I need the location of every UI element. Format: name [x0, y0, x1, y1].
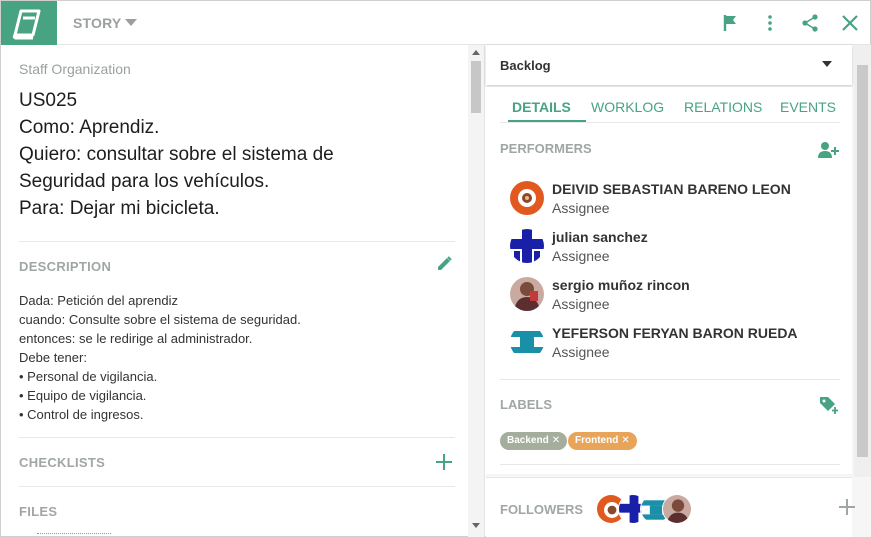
status-value: Backlog — [500, 58, 551, 73]
performer-item[interactable]: YEFERSON FERYAN BARON RUEDA Assignee — [510, 323, 830, 363]
story-type-label[interactable]: STORY — [73, 15, 121, 31]
remove-label-icon[interactable]: ✕ — [552, 435, 560, 446]
performer-item[interactable]: sergio muñoz rincon Assignee — [510, 275, 830, 315]
label-text: Backend — [507, 435, 549, 446]
story-line: US025 — [19, 90, 78, 111]
flag-icon[interactable] — [721, 13, 741, 33]
story-type-tile — [1, 1, 57, 45]
left-scrollbar-thumb[interactable] — [471, 61, 481, 113]
active-tab-indicator — [508, 120, 586, 122]
header-bar: STORY — [1, 1, 871, 45]
performer-role: Assignee — [552, 200, 610, 216]
tab-worklog[interactable]: WORKLOG — [591, 99, 664, 115]
book-icon — [12, 9, 41, 40]
add-follower-plus-icon[interactable] — [838, 498, 856, 516]
right-scrollbar[interactable] — [854, 45, 871, 477]
story-line: Para: Dejar mi bicicleta. — [19, 198, 220, 219]
share-icon[interactable] — [800, 13, 820, 33]
performer-name: sergio muñoz rincon — [552, 277, 690, 293]
left-scrollbar[interactable] — [468, 45, 484, 537]
scroll-down-icon[interactable] — [472, 523, 480, 529]
performer-item[interactable]: julian sanchez Assignee — [510, 227, 830, 267]
performer-item[interactable]: DEIVID SEBASTIAN BARENO LEON Assignee — [510, 179, 830, 219]
scroll-up-icon[interactable] — [472, 49, 480, 55]
label-chip[interactable]: Backend ✕ — [500, 432, 568, 450]
description-title: DESCRIPTION — [19, 259, 112, 274]
description-line: • Equipo de vigilancia. — [19, 388, 147, 403]
divider — [500, 379, 840, 380]
story-line: Seguridad para los vehículos. — [19, 171, 270, 192]
performer-name: DEIVID SEBASTIAN BARENO LEON — [552, 181, 791, 197]
story-window: STORY Staff Organization US025 Como: Apr… — [0, 0, 871, 537]
remove-label-icon[interactable]: ✕ — [621, 435, 629, 446]
close-icon[interactable] — [840, 13, 860, 33]
tab-bar: DETAILS WORKLOG RELATIONS EVENTS — [500, 87, 840, 123]
chevron-down-icon[interactable] — [125, 19, 137, 27]
story-line: Como: Aprendiz. — [19, 117, 160, 138]
story-line: Quiero: consultar sobre el sistema de — [19, 144, 334, 165]
tab-events[interactable]: EVENTS — [780, 99, 836, 115]
performers-title: PERFORMERS — [500, 141, 592, 156]
story-content-pane: Staff Organization US025 Como: Aprendiz.… — [1, 45, 485, 537]
add-label-icon[interactable] — [818, 395, 840, 415]
more-vert-icon[interactable] — [760, 13, 780, 33]
description-line: Debe tener: — [19, 350, 87, 365]
divider — [19, 486, 455, 487]
story-title[interactable]: US025 Como: Aprendiz. Quiero: consultar … — [19, 87, 449, 222]
caret-down-icon — [822, 61, 832, 67]
follower-avatar[interactable] — [662, 494, 692, 524]
avatar — [510, 229, 544, 263]
performer-role: Assignee — [552, 248, 610, 264]
project-name[interactable]: Staff Organization — [19, 61, 131, 77]
files-placeholder — [37, 533, 111, 535]
description-line: entonces: se le redirige al administrado… — [19, 331, 253, 346]
description-line: • Personal de vigilancia. — [19, 369, 158, 384]
add-performer-icon[interactable] — [818, 141, 840, 159]
followers-section: FOLLOWERS — [486, 477, 855, 537]
tab-relations[interactable]: RELATIONS — [684, 99, 762, 115]
performer-role: Assignee — [552, 344, 610, 360]
files-title: FILES — [19, 504, 58, 519]
status-dropdown[interactable]: Backlog — [486, 45, 852, 85]
label-chip[interactable]: Frontend ✕ — [568, 432, 637, 450]
avatar — [510, 277, 544, 311]
add-checklist-plus-icon[interactable] — [434, 452, 454, 472]
divider — [500, 464, 840, 465]
performer-role: Assignee — [552, 296, 610, 312]
tab-details[interactable]: DETAILS — [512, 99, 571, 115]
description-body[interactable]: Dada: Petición del aprendiz cuando: Cons… — [19, 291, 301, 424]
avatar — [510, 181, 544, 215]
avatar — [510, 325, 544, 359]
details-pane: Backlog DETAILS WORKLOG RELATIONS EVENTS… — [486, 45, 871, 537]
performer-name: YEFERSON FERYAN BARON RUEDA — [552, 325, 798, 341]
description-line: Dada: Petición del aprendiz — [19, 293, 178, 308]
divider — [19, 437, 455, 438]
description-line: • Control de ingresos. — [19, 407, 144, 422]
performer-name: julian sanchez — [552, 229, 648, 245]
divider — [19, 241, 455, 242]
checklists-title: CHECKLISTS — [19, 455, 106, 470]
details-panel: DETAILS WORKLOG RELATIONS EVENTS PERFORM… — [486, 87, 852, 474]
followers-title: FOLLOWERS — [500, 502, 584, 517]
labels-title: LABELS — [500, 397, 552, 412]
right-scrollbar-thumb[interactable] — [857, 65, 868, 457]
edit-pencil-icon[interactable] — [435, 255, 453, 273]
description-line: cuando: Consulte sobre el sistema de seg… — [19, 312, 301, 327]
label-text: Frontend — [575, 435, 619, 446]
